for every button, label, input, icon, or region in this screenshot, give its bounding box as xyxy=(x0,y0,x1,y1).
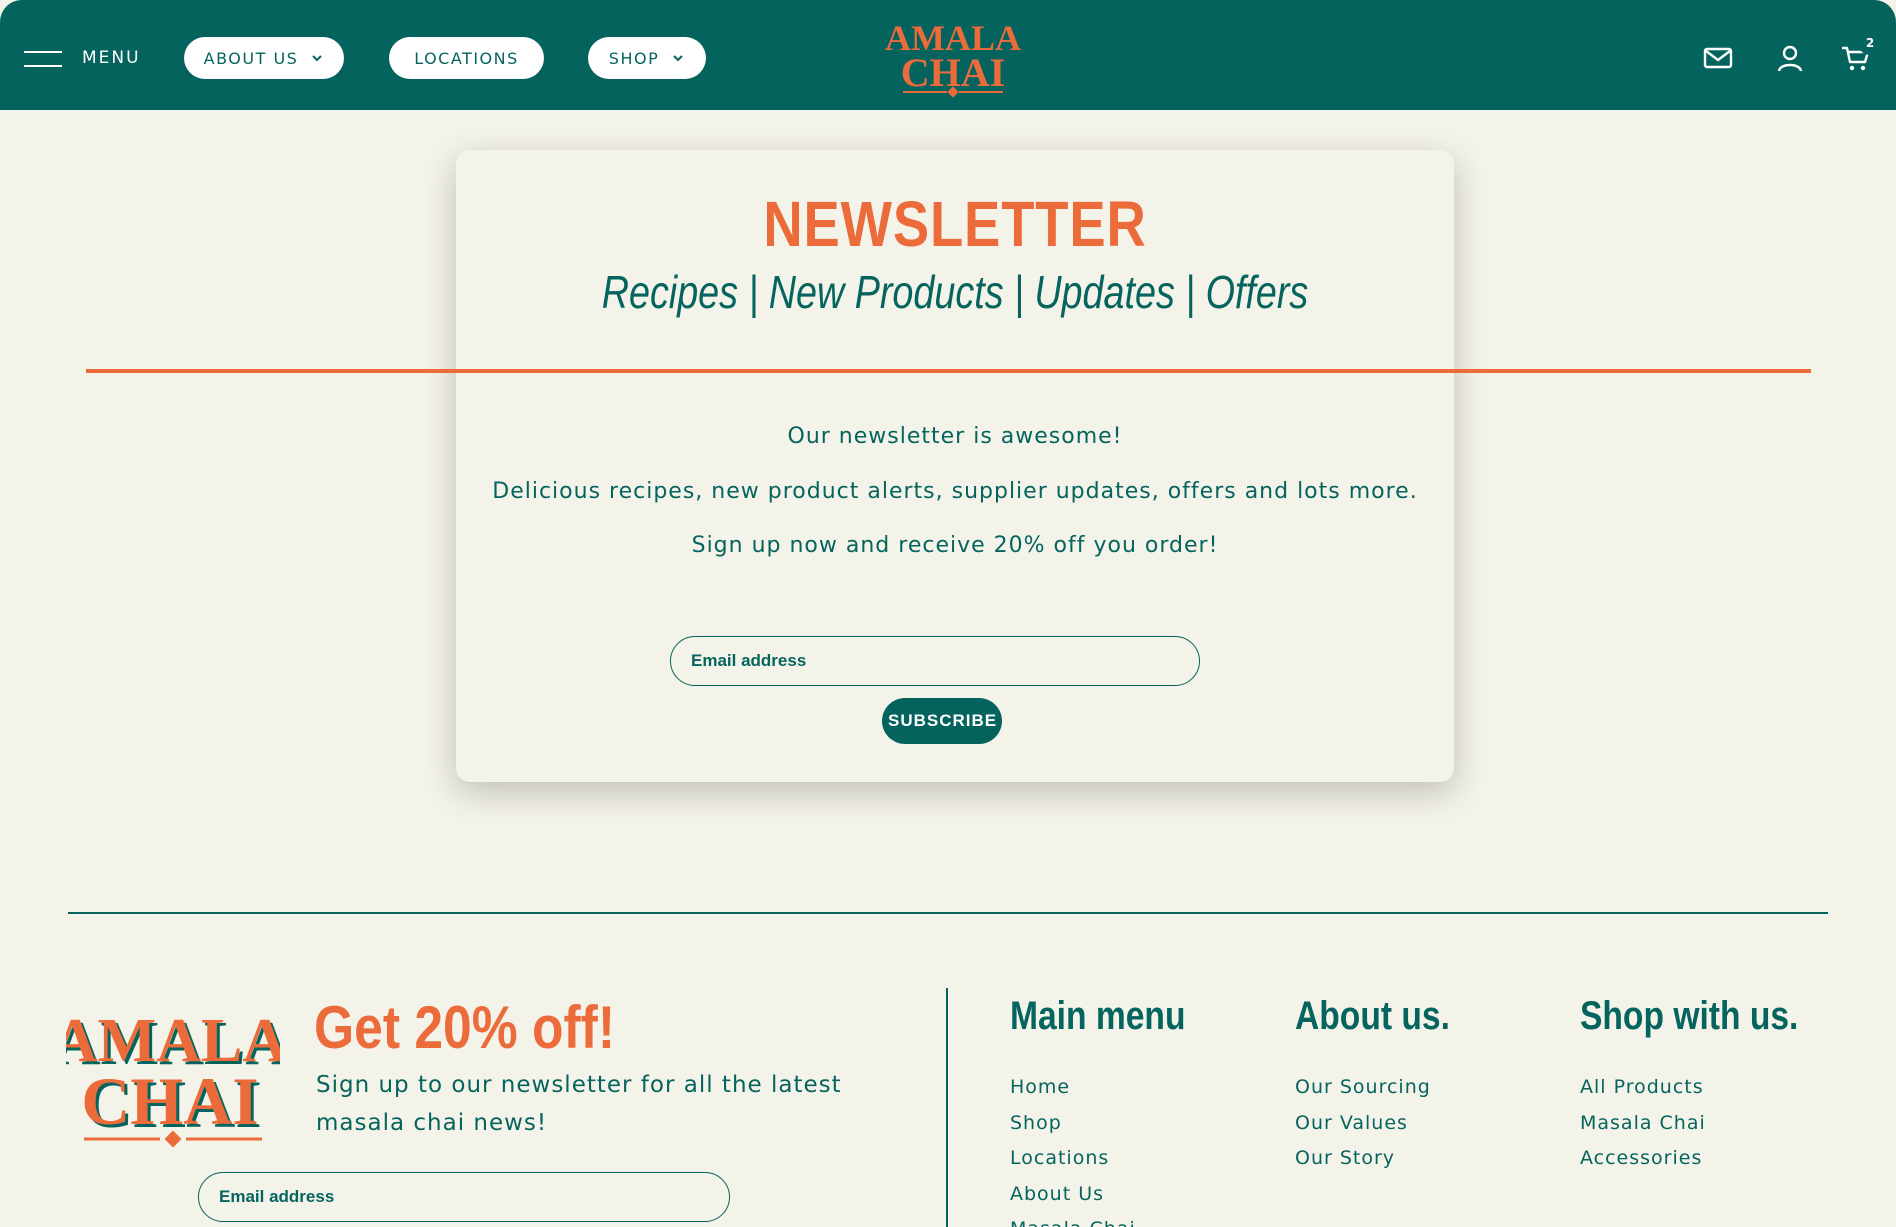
subscribe-button[interactable]: SUBSCRIBE xyxy=(882,698,1002,744)
page: MENU ABOUT US LOCATIONS SHOP AMALA CHAI xyxy=(0,0,1896,1227)
footer-link-accessories[interactable]: Accessories xyxy=(1580,1141,1840,1177)
footer-link-list: All Products Masala Chai Accessories xyxy=(1580,1070,1840,1177)
cart-count-badge: 2 xyxy=(1858,31,1882,55)
footer-link-about-us[interactable]: About Us xyxy=(1010,1177,1219,1213)
footer-link-masala-chai[interactable]: Masala Chai xyxy=(1010,1212,1219,1227)
footer-brand-logo[interactable]: AMALA AMALA CHAI CHAI xyxy=(66,1002,280,1148)
footer-link-our-sourcing[interactable]: Our Sourcing xyxy=(1295,1070,1479,1106)
footer-link-masala-chai-shop[interactable]: Masala Chai xyxy=(1580,1106,1840,1142)
footer-link-shop[interactable]: Shop xyxy=(1010,1106,1219,1142)
footer-link-our-story[interactable]: Our Story xyxy=(1295,1141,1479,1177)
footer-link-list: Our Sourcing Our Values Our Story xyxy=(1295,1070,1479,1177)
footer-column-title: About us. xyxy=(1295,994,1450,1038)
footer-link-our-values[interactable]: Our Values xyxy=(1295,1106,1479,1142)
footer-divider xyxy=(68,912,1828,914)
footer-link-all-products[interactable]: All Products xyxy=(1580,1070,1840,1106)
footer-link-home[interactable]: Home xyxy=(1010,1070,1219,1106)
footer-email-input[interactable] xyxy=(198,1172,730,1222)
footer-column-title: Main menu xyxy=(1010,994,1186,1038)
footer-vertical-divider xyxy=(946,988,948,1227)
newsletter-line-2: Delicious recipes, new product alerts, s… xyxy=(492,479,1418,504)
footer-column-main-menu: Main menu Home Shop Locations About Us M… xyxy=(1010,990,1219,1227)
newsletter-card: NEWSLETTER Recipes | New Products | Upda… xyxy=(456,150,1454,782)
footer-column-title: Shop with us. xyxy=(1580,994,1799,1038)
account-icon[interactable] xyxy=(1774,42,1806,74)
newsletter-email-input[interactable] xyxy=(670,636,1200,686)
footer-column-about-us: About us. Our Sourcing Our Values Our St… xyxy=(1295,990,1479,1177)
menu-toggle-button[interactable]: MENU xyxy=(24,40,141,76)
nav-about-us-label: ABOUT US xyxy=(203,48,299,68)
newsletter-line-3: Sign up now and receive 20% off you orde… xyxy=(691,533,1219,558)
newsletter-line-1: Our newsletter is awesome! xyxy=(787,424,1123,449)
chevron-down-icon xyxy=(673,55,683,62)
footer-offer-text: Sign up to our newsletter for all the la… xyxy=(316,1072,842,1136)
footer-logo-text-bottom: CHAI xyxy=(81,1063,259,1139)
footer-link-list: Home Shop Locations About Us Masala Chai xyxy=(1010,1070,1219,1227)
footer-offer-heading: Get 20% off! xyxy=(314,994,616,1061)
footer-column-shop: Shop with us. All Products Masala Chai A… xyxy=(1580,990,1840,1177)
chevron-down-icon xyxy=(312,55,323,62)
site-header: MENU ABOUT US LOCATIONS SHOP AMALA CHAI xyxy=(0,0,1896,110)
nav-shop-label: SHOP xyxy=(608,48,660,68)
orange-divider-over-card xyxy=(86,369,1811,373)
brand-logo[interactable]: AMALA CHAI xyxy=(883,14,1023,98)
footer-link-locations[interactable]: Locations xyxy=(1010,1141,1219,1177)
hamburger-icon xyxy=(24,48,62,68)
nav-shop[interactable]: SHOP xyxy=(588,37,706,79)
nav-locations[interactable]: LOCATIONS xyxy=(389,37,544,79)
nav-locations-label: LOCATIONS xyxy=(414,48,519,68)
nav-about-us[interactable]: ABOUT US xyxy=(184,37,344,79)
menu-label: MENU xyxy=(82,48,141,68)
newsletter-subtitle: Recipes | New Products | Updates | Offer… xyxy=(601,266,1309,318)
newsletter-title: NEWSLETTER xyxy=(763,188,1147,260)
mail-icon[interactable] xyxy=(1702,42,1734,74)
